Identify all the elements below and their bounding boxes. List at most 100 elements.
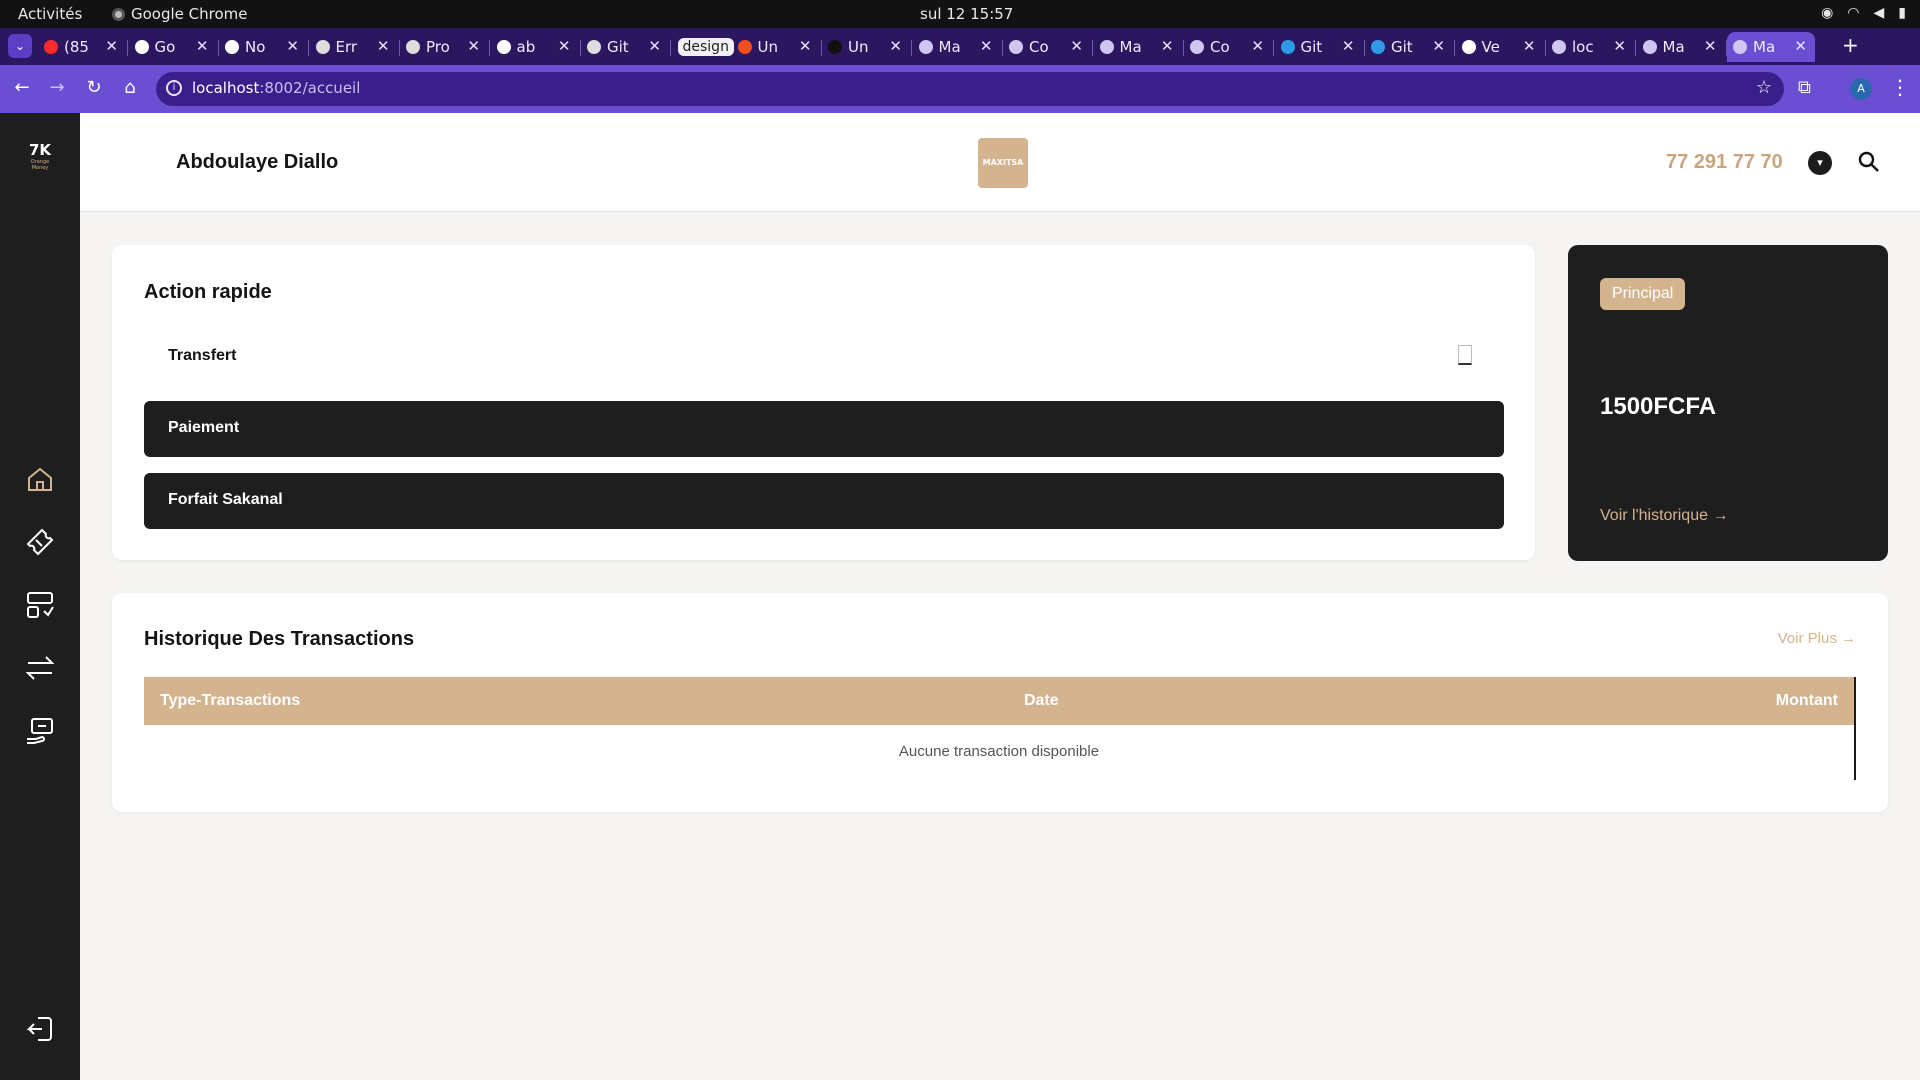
youtube-favicon-icon — [44, 40, 58, 54]
sidebar: 7K Orange Money — [0, 113, 80, 1080]
site-info-icon[interactable]: i — [166, 80, 182, 96]
browser-tab[interactable]: Un ✕ — [732, 32, 822, 62]
browser-tab[interactable]: No ✕ — [219, 32, 309, 62]
browser-tab[interactable]: Git ✕ — [581, 32, 671, 62]
chrome-menu-icon[interactable]: ⋮ — [1890, 75, 1910, 99]
column-header-date[interactable]: Date — [1024, 692, 1059, 710]
tab-title: Err — [335, 38, 358, 56]
tab-title: Ma — [1662, 38, 1685, 56]
browser-tab[interactable]: Ma ✕ — [913, 32, 1003, 62]
transfer-action[interactable]: Transfert — [144, 329, 1504, 385]
home-icon[interactable] — [24, 463, 56, 495]
browser-tab[interactable]: Ma ✕ — [1637, 32, 1727, 62]
column-header-type[interactable]: Type-Transactions — [160, 692, 300, 710]
browser-tab[interactable]: Err ✕ — [310, 32, 400, 62]
forward-icon[interactable]: → — [45, 77, 69, 98]
phone-number: 77 291 77 70 — [1666, 151, 1783, 173]
close-tab-icon[interactable]: ✕ — [889, 37, 902, 55]
vscode-favicon-icon — [1371, 40, 1385, 54]
close-tab-icon[interactable]: ✕ — [1342, 37, 1355, 55]
close-tab-icon[interactable]: ✕ — [286, 37, 299, 55]
browser-tab[interactable]: Un ✕ — [822, 32, 912, 62]
page-header: Abdoulaye Diallo MAXITSA 77 291 77 70 ▾ — [80, 113, 1920, 212]
reload-icon[interactable]: ↻ — [82, 77, 106, 98]
close-tab-icon[interactable]: ✕ — [1613, 37, 1626, 55]
battery-icon[interactable]: ▮ — [1898, 5, 1906, 21]
wifi-icon[interactable]: ◠ — [1847, 5, 1859, 21]
google-favicon-icon — [134, 40, 149, 54]
vscode-favicon-icon — [1280, 40, 1295, 54]
browser-tab[interactable]: ab ✕ — [491, 32, 581, 62]
web-favicon-icon — [1642, 40, 1657, 54]
close-tab-icon[interactable]: ✕ — [980, 37, 993, 55]
web-favicon-icon — [918, 40, 933, 54]
browser-tab[interactable]: Git ✕ — [1275, 32, 1365, 62]
ticket-icon[interactable] — [24, 526, 56, 558]
profile-avatar[interactable]: A — [1850, 78, 1872, 100]
figma-favicon-icon — [737, 40, 752, 54]
browser-tab[interactable]: Go ✕ — [129, 32, 219, 62]
see-more-link[interactable]: Voir Plus → — [1778, 630, 1856, 647]
close-tab-icon[interactable]: ✕ — [1070, 37, 1083, 55]
bookmark-star-icon[interactable]: ☆ — [1756, 77, 1772, 98]
close-tab-icon[interactable]: ✕ — [648, 37, 661, 55]
services-icon[interactable] — [24, 589, 56, 621]
payment-action[interactable]: Paiement — [144, 401, 1504, 457]
tab-title: Un — [757, 38, 779, 56]
web-favicon-icon — [1009, 40, 1023, 54]
browser-tab[interactable]: Pro ✕ — [400, 32, 490, 62]
balance-amount: 1500FCFA — [1600, 393, 1717, 420]
clock[interactable]: sul 12 15:57 — [920, 5, 1013, 23]
system-tray[interactable]: ◉ ◠ ◀ ▮ — [1821, 5, 1906, 21]
view-history-link[interactable]: Voir l'historique → — [1600, 507, 1728, 525]
column-header-amount[interactable]: Montant — [1776, 692, 1838, 710]
browser-tab[interactable]: (85 ✕ — [38, 32, 128, 62]
close-tab-icon[interactable]: ✕ — [196, 37, 209, 55]
logout-icon[interactable] — [24, 1013, 56, 1045]
search-icon[interactable] — [1856, 149, 1882, 175]
app-logo[interactable]: 7K Orange Money — [22, 141, 58, 171]
close-tab-icon[interactable]: ✕ — [105, 37, 118, 55]
activities-button[interactable]: Activités — [18, 5, 82, 23]
forfait-sakanal-action[interactable]: Forfait Sakanal — [144, 473, 1504, 529]
chrome-tray-icon[interactable]: ◉ — [1821, 5, 1833, 21]
browser-tab[interactable]: Co ✕ — [1003, 32, 1093, 62]
back-icon[interactable]: ← — [10, 77, 34, 98]
payment-icon[interactable] — [24, 715, 56, 747]
transactions-title: Historique Des Transactions — [144, 628, 415, 650]
volume-icon[interactable]: ◀ — [1874, 5, 1885, 21]
home-button-icon[interactable]: ⌂ — [118, 77, 142, 98]
browser-tab[interactable]: Ma ✕ — [1727, 32, 1815, 62]
browser-tab[interactable]: Co ✕ — [1184, 32, 1274, 62]
browser-tab[interactable]: loc ✕ — [1546, 32, 1636, 62]
tab-title: No — [245, 38, 266, 56]
quick-actions-title: Action rapide — [144, 281, 272, 303]
close-tab-icon[interactable]: ✕ — [1251, 37, 1264, 55]
close-tab-icon[interactable]: ✕ — [1794, 37, 1807, 55]
close-tab-icon[interactable]: ✕ — [799, 37, 812, 55]
close-tab-icon[interactable]: ✕ — [1704, 37, 1717, 55]
tab-title: Git — [607, 38, 629, 56]
close-tab-icon[interactable]: ✕ — [377, 37, 390, 55]
close-tab-icon[interactable]: ✕ — [1161, 37, 1174, 55]
tab-group-label[interactable]: design — [672, 32, 734, 62]
close-tab-icon[interactable]: ✕ — [1523, 37, 1536, 55]
chevron-down-icon[interactable]: ▾ — [1808, 151, 1832, 175]
extensions-icon[interactable]: ⧉ — [1798, 77, 1811, 98]
browser-tab[interactable]: Ve ✕ — [1456, 32, 1546, 62]
close-tab-icon[interactable]: ✕ — [1432, 37, 1445, 55]
new-tab-button[interactable]: + — [1842, 33, 1859, 57]
browser-tab[interactable]: Ma ✕ — [1094, 32, 1184, 62]
app-menu[interactable]: Google Chrome — [112, 5, 248, 23]
close-tab-icon[interactable]: ✕ — [467, 37, 480, 55]
url-input[interactable]: i localhost:8002/accueil ☆ — [156, 72, 1784, 106]
tab-title: Ve — [1481, 38, 1500, 56]
app-name: Google Chrome — [131, 5, 248, 23]
brand-logo: MAXITSA — [978, 138, 1028, 188]
tab-search-button[interactable]: ⌄ — [8, 34, 32, 58]
transfer-icon[interactable] — [24, 652, 56, 684]
web-favicon-icon — [1099, 40, 1114, 54]
account-badge[interactable]: Principal — [1600, 278, 1686, 310]
browser-tab[interactable]: Git ✕ — [1365, 32, 1455, 62]
close-tab-icon[interactable]: ✕ — [558, 37, 571, 55]
